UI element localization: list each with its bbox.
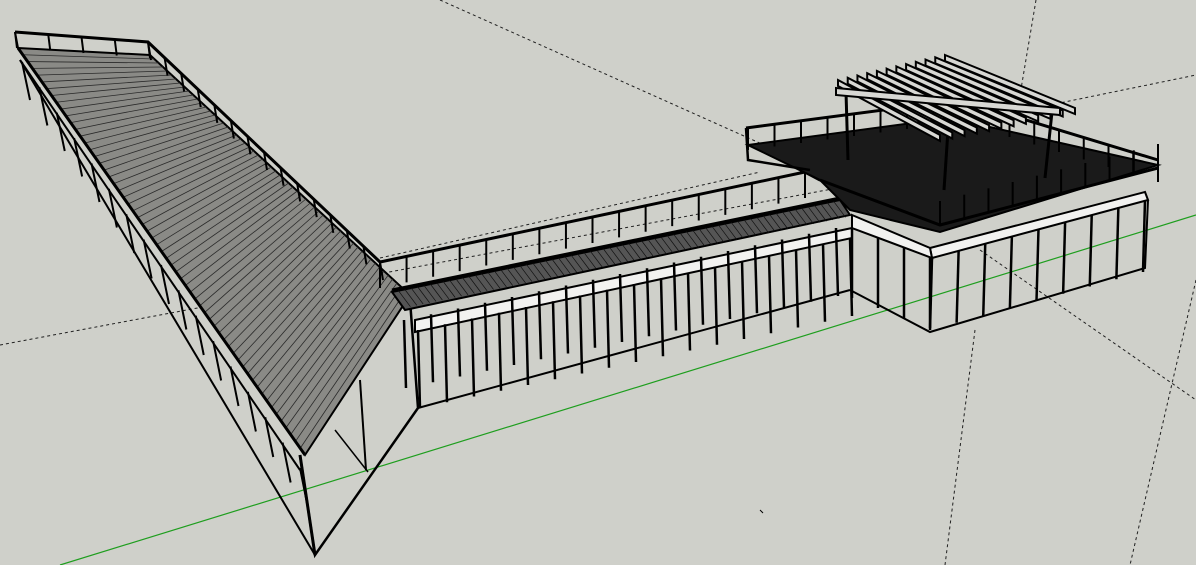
platform-post [982,243,987,316]
walkway-post [578,295,584,374]
walkway-post [794,249,800,328]
platform-post [1088,214,1093,287]
platform-post [1115,207,1120,280]
dashed-axis-right2 [979,249,1196,401]
ramp-post [281,442,292,483]
model-canvas[interactable] [0,0,1196,565]
walkway-post [686,272,692,351]
walkway-post [524,306,530,386]
platform-post [1061,221,1067,294]
ramp-end-post-b [359,379,367,471]
dashed-axis-right [1049,74,1196,106]
cursor-mark [759,509,764,514]
walkway-post [659,278,665,357]
dashed-axis-vertical-right [1129,279,1196,565]
walkway-post [740,260,746,340]
walkway-post [632,283,638,363]
walkway-post-back [402,319,408,389]
dashed-axis-vertical-bottom [944,329,976,565]
ramp-end-post-a [298,454,317,556]
ramp-baluster [47,34,52,51]
ramp-baluster [14,31,18,49]
platform-post [1035,228,1040,302]
dashed-axis-vertical-top [1019,0,1037,96]
platform-post [1008,236,1014,309]
walkway-post [497,312,503,391]
walkway-post [821,243,827,322]
walkway-post [470,318,476,397]
walkway-post [767,255,773,334]
walkway-section[interactable] [379,170,854,409]
walkway-post [713,266,719,345]
walkway-post [551,301,557,380]
platform-post [955,250,960,323]
ramp-section[interactable] [14,30,420,559]
walkway-post [443,324,449,403]
sketchup-3d-viewport[interactable] [0,0,1196,565]
